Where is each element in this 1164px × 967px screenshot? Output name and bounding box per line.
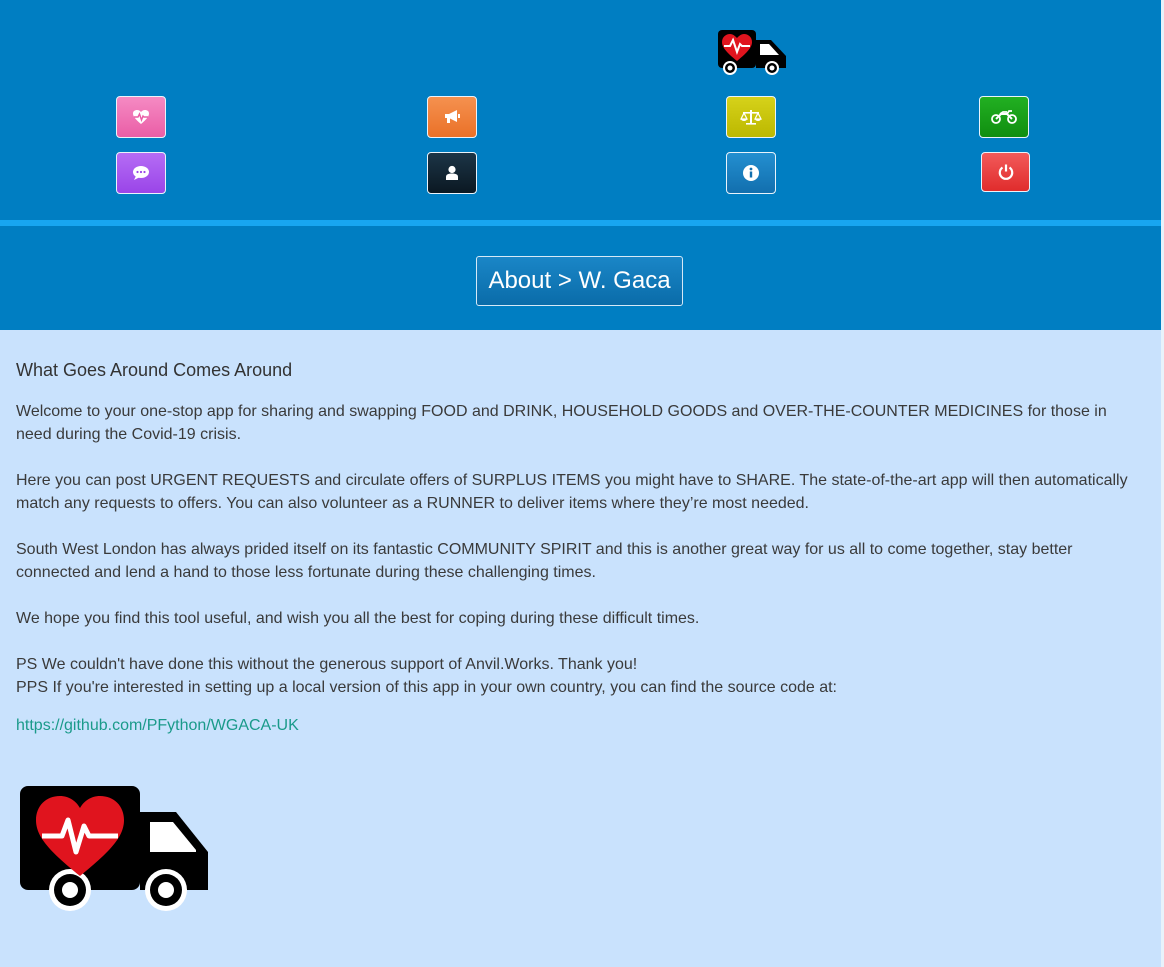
logout-button[interactable] xyxy=(981,152,1030,192)
megaphone-icon xyxy=(445,110,460,123)
heart-van-logo xyxy=(718,30,786,75)
health-button[interactable] xyxy=(116,96,166,138)
balance-button[interactable] xyxy=(726,96,776,138)
motorbike-icon xyxy=(991,110,1017,124)
announce-button[interactable] xyxy=(427,96,477,138)
power-icon xyxy=(998,164,1013,180)
page-title-button[interactable]: About > W. Gaca xyxy=(476,256,683,306)
info-button[interactable] xyxy=(726,152,776,194)
heart-pulse-icon xyxy=(133,110,149,124)
about-paragraph-4: We hope you find this tool useful, and w… xyxy=(16,610,700,627)
about-content: What Goes Around Comes Around Welcome to… xyxy=(16,358,1136,735)
scales-icon xyxy=(740,110,762,125)
user-icon xyxy=(446,165,458,180)
profile-button[interactable] xyxy=(427,152,477,194)
chat-bubble-icon xyxy=(133,166,149,180)
about-heading: What Goes Around Comes Around xyxy=(16,360,293,380)
about-paragraph-3: South West London has always prided itse… xyxy=(16,541,1073,581)
about-paragraph-1: Welcome to your one-stop app for sharing… xyxy=(16,403,1107,443)
info-icon xyxy=(743,165,759,181)
runner-button[interactable] xyxy=(979,96,1029,138)
about-paragraph-2: Here you can post URGENT REQUESTS and ci… xyxy=(16,472,1128,512)
heart-van-logo-large xyxy=(20,786,208,911)
about-pps: PPS If you're interested in setting up a… xyxy=(16,679,837,696)
source-code-link[interactable]: https://github.com/PFython/WGACA-UK xyxy=(16,717,1136,735)
about-ps: PS We couldn't have done this without th… xyxy=(16,656,638,673)
chat-button[interactable] xyxy=(116,152,166,194)
